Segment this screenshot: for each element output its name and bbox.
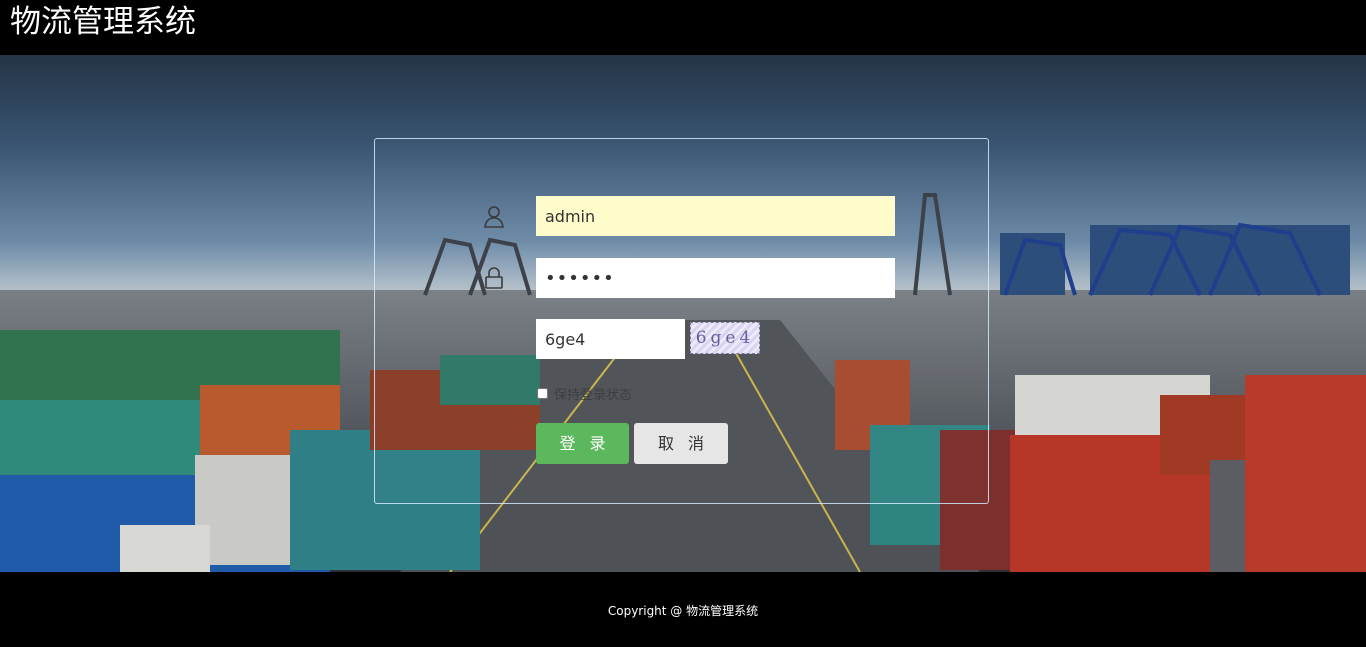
remember-login-row: 保持登录状态	[537, 384, 633, 403]
top-bar: 物流管理系统	[0, 0, 1366, 55]
captcha-input[interactable]	[536, 319, 685, 359]
cancel-button[interactable]: 取消	[634, 423, 728, 464]
lock-icon	[483, 266, 505, 290]
footer: Copyright @ 物流管理系统	[0, 572, 1366, 647]
password-input[interactable]	[536, 258, 895, 298]
remember-login-label: 保持登录状态	[554, 387, 633, 403]
login-button[interactable]: 登录	[536, 423, 629, 464]
remember-login-checkbox[interactable]	[537, 387, 548, 399]
app-title: 物流管理系统	[10, 4, 196, 40]
user-icon	[483, 205, 505, 229]
captcha-image[interactable]: 6ge4	[690, 322, 760, 354]
username-input[interactable]	[536, 196, 895, 236]
copyright-text: Copyright @ 物流管理系统	[607, 604, 759, 618]
